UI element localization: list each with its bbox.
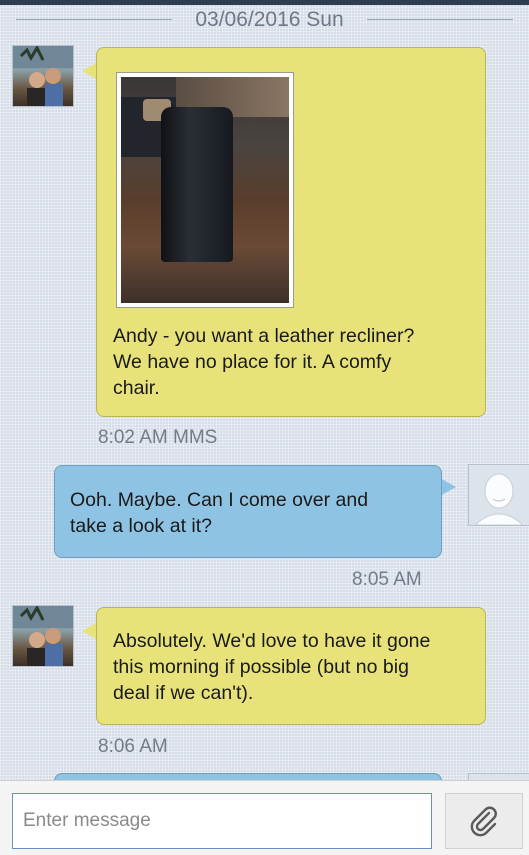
- message-line: take a look at it?: [70, 515, 213, 537]
- message-text: Absolutely. We'd love to have it gone th…: [113, 628, 430, 706]
- contact-photo-icon: [13, 606, 73, 666]
- message-timestamp: 8:02 AM MMS: [98, 427, 218, 448]
- divider-line: [16, 19, 172, 20]
- status-bar: [0, 0, 529, 5]
- message-text: Ooh. Maybe. Can I come over and take a l…: [70, 487, 368, 539]
- message-composer: [0, 780, 529, 855]
- message-input[interactable]: [13, 794, 431, 848]
- message-line: We have no place for it. A comfy: [113, 351, 392, 373]
- date-separator: 03/06/2016 Sun: [0, 6, 529, 32]
- photo-recliner: [161, 107, 233, 262]
- paperclip-icon: [470, 806, 497, 837]
- message-line: Absolutely. We'd love to have it gone: [113, 630, 431, 652]
- message-line: Ooh. Maybe. Can I come over and: [70, 489, 369, 511]
- attach-button[interactable]: [445, 793, 523, 849]
- message-input-field[interactable]: [12, 793, 432, 849]
- message-timestamp: 8:05 AM: [352, 569, 422, 590]
- message-line: this morning if possible (but no big: [113, 656, 409, 678]
- contact-avatar[interactable]: [12, 45, 74, 107]
- bubble-tail: [440, 478, 456, 496]
- divider-line: [367, 19, 513, 20]
- default-person-icon: [469, 465, 529, 525]
- recliner-photo-image: [121, 77, 289, 303]
- contact-photo-icon: [13, 46, 73, 106]
- message-timestamp: 8:06 AM: [98, 736, 168, 757]
- contact-avatar[interactable]: [12, 605, 74, 667]
- message-text: Andy - you want a leather recliner? We h…: [113, 323, 414, 401]
- message-line: deal if we can't).: [113, 682, 254, 704]
- message-line: Andy - you want a leather recliner?: [113, 325, 415, 347]
- message-line: chair.: [113, 377, 160, 399]
- mms-photo[interactable]: [116, 72, 294, 308]
- my-avatar[interactable]: [468, 464, 529, 526]
- date-label: 03/06/2016 Sun: [195, 8, 344, 31]
